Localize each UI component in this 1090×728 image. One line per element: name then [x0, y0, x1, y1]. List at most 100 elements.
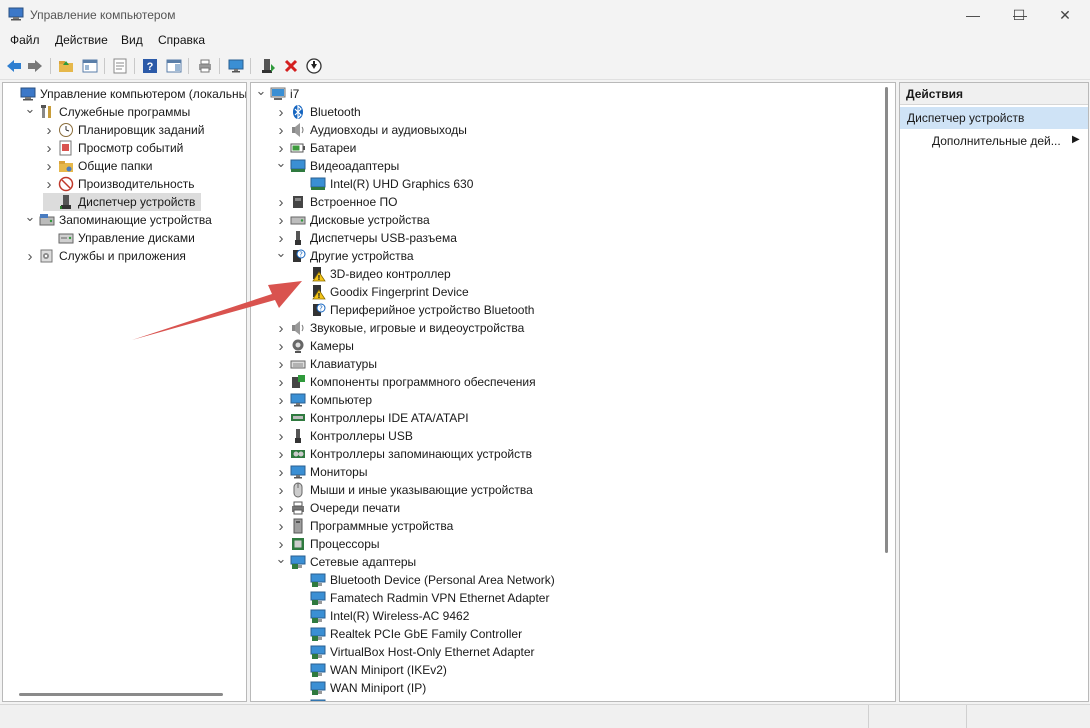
device-tree-item[interactable]: › Звуковые, игровые и видеоустройства [275, 319, 525, 337]
horizontal-scrollbar[interactable] [19, 693, 223, 696]
console-tree-item[interactable]: › Производительность [43, 175, 195, 193]
device-tree-item[interactable]: › Контроллеры IDE ATA/ATAPI [275, 409, 469, 427]
device-tree-item-label: WAN Miniport (IPv6) [330, 697, 439, 701]
show-action-pane-button[interactable] [164, 56, 184, 76]
device-tree-item[interactable]: ! Goodix Fingerprint Device [295, 283, 469, 301]
chevron-down-icon[interactable]: ⌄ [24, 100, 36, 118]
device-tree-item[interactable]: › Процессоры [275, 535, 380, 553]
device-tree-item[interactable]: Intel(R) UHD Graphics 630 [295, 175, 473, 193]
chevron-right-icon[interactable]: › [275, 481, 287, 499]
device-tree-item[interactable]: WAN Miniport (IPv6) [295, 697, 439, 701]
chevron-down-icon[interactable]: ⌄ [275, 550, 287, 568]
device-tree-item[interactable]: VirtualBox Host-Only Ethernet Adapter [295, 643, 535, 661]
console-tree-item[interactable]: Управление компьютером (локальным) [5, 85, 246, 103]
actions-device-manager[interactable]: Диспетчер устройств [900, 107, 1088, 129]
show-hide-tree-button[interactable] [80, 56, 100, 76]
chevron-down-icon[interactable]: ⌄ [255, 83, 267, 100]
menu-action[interactable]: Действие [55, 33, 108, 47]
device-tree-item[interactable]: › Встроенное ПО [275, 193, 398, 211]
console-tree-item[interactable]: ⌄ Запоминающие устройства [24, 208, 212, 229]
console-tree-item[interactable]: › Общие папки [43, 157, 153, 175]
device-tree-item[interactable]: › Клавиатуры [275, 355, 377, 373]
device-tree-item[interactable]: › Контроллеры запоминающих устройств [275, 445, 532, 463]
more-actions-item[interactable]: Дополнительные дей... [932, 134, 1061, 148]
device-tree-item[interactable]: › Батареи [275, 139, 357, 157]
chevron-right-icon[interactable]: › [275, 103, 287, 121]
scan-hardware-button[interactable] [195, 56, 215, 76]
device-tree-item-label: Другие устройства [310, 249, 414, 263]
device-tree-item[interactable]: › Компьютер [275, 391, 373, 409]
chevron-right-icon[interactable]: › [275, 355, 287, 373]
device-tree-item[interactable]: ? Периферийное устройство Bluetooth [295, 301, 534, 319]
chevron-right-icon[interactable]: › [275, 193, 287, 211]
device-tree-item[interactable]: ⌄ Видеоадаптеры [275, 154, 400, 175]
device-tree-item[interactable]: › Контроллеры USB [275, 427, 413, 445]
chevron-right-icon[interactable]: › [275, 427, 287, 445]
device-tree-item[interactable]: › Дисковые устройства [275, 211, 430, 229]
chevron-right-icon[interactable]: › [43, 139, 55, 157]
vertical-scrollbar[interactable] [885, 87, 888, 553]
chevron-right-icon[interactable]: › [275, 463, 287, 481]
device-tree-item[interactable]: ⌄ Сетевые адаптеры [275, 550, 416, 571]
device-tree-item[interactable]: › Мониторы [275, 463, 368, 481]
console-tree-item[interactable]: Управление дисками [43, 229, 195, 247]
device-tree-item[interactable]: › Диспетчеры USB-разъема [275, 229, 457, 247]
device-tree-item-label: Famatech Radmin VPN Ethernet Adapter [330, 591, 550, 605]
console-tree-item[interactable]: ⌄ Служебные программы [24, 100, 191, 121]
chevron-right-icon[interactable]: › [275, 121, 287, 139]
device-tree-item[interactable]: WAN Miniport (IP) [295, 679, 426, 697]
chevron-right-icon[interactable]: › [275, 211, 287, 229]
chevron-down-icon[interactable]: ⌄ [275, 244, 287, 262]
device-tree-item[interactable]: ⌄? Другие устройства [275, 244, 414, 265]
device-tree-item[interactable]: Famatech Radmin VPN Ethernet Adapter [295, 589, 549, 607]
device-tree-item[interactable]: › Программные устройства [275, 517, 454, 535]
menu-view[interactable]: Вид [121, 33, 143, 47]
chevron-right-icon[interactable]: › [275, 319, 287, 337]
title-bar: Управление компьютером — [0, 0, 1090, 30]
uninstall-device-button[interactable] [281, 56, 301, 76]
up-level-button[interactable] [56, 56, 76, 76]
menu-help[interactable]: Справка [158, 33, 205, 47]
monitor-button[interactable] [226, 56, 246, 76]
chevron-right-icon[interactable]: › [275, 517, 287, 535]
device-tree-item[interactable]: › Bluetooth [275, 103, 361, 121]
chevron-down-icon[interactable]: ⌄ [24, 208, 36, 226]
forward-button[interactable] [25, 56, 45, 76]
device-tree-item[interactable]: ⌄ i7 [255, 83, 300, 103]
device-tree-item[interactable]: › Мыши и иные указывающие устройства [275, 481, 533, 499]
device-tree-item[interactable]: › Компоненты программного обеспечения [275, 373, 536, 391]
device-tree-item[interactable]: › Аудиовходы и аудиовыходы [275, 121, 467, 139]
device-tree-item[interactable]: › Очереди печати [275, 499, 401, 517]
console-tree-item[interactable]: › Службы и приложения [24, 247, 186, 265]
minimize-button[interactable]: — [950, 0, 996, 30]
console-tree-item[interactable]: Диспетчер устройств [43, 193, 202, 211]
disable-device-button[interactable] [304, 56, 324, 76]
chevron-right-icon[interactable]: › [43, 157, 55, 175]
chevron-right-icon[interactable]: › [43, 175, 55, 193]
help-button[interactable]: ? [140, 56, 160, 76]
console-tree-item[interactable]: › Планировщик заданий [43, 121, 205, 139]
maximize-button[interactable]: ☐ [996, 0, 1042, 30]
chevron-right-icon[interactable]: › [43, 121, 55, 139]
chevron-right-icon[interactable]: › [275, 445, 287, 463]
device-tree-item[interactable]: Realtek PCIe GbE Family Controller [295, 625, 522, 643]
chevron-right-icon[interactable]: › [275, 409, 287, 427]
update-driver-button[interactable] [258, 56, 278, 76]
back-button[interactable] [4, 56, 24, 76]
display-adapter-icon [310, 176, 326, 192]
device-tree-item[interactable]: WAN Miniport (IKEv2) [295, 661, 447, 679]
device-tree-item[interactable]: Intel(R) Wireless-AC 9462 [295, 607, 469, 625]
device-tree-item[interactable]: ! 3D-видео контроллер [295, 265, 451, 283]
device-tree-item[interactable]: Bluetooth Device (Personal Area Network) [295, 571, 555, 589]
device-tree-item[interactable]: › Камеры [275, 337, 354, 355]
chevron-right-icon[interactable]: › [275, 337, 287, 355]
chevron-right-icon[interactable]: › [275, 391, 287, 409]
chevron-down-icon[interactable]: ⌄ [275, 154, 287, 172]
menu-file[interactable]: Файл [10, 33, 40, 47]
chevron-right-icon[interactable]: › [275, 373, 287, 391]
properties-button[interactable] [110, 56, 130, 76]
close-button[interactable]: ✕ [1042, 0, 1088, 30]
chevron-right-icon[interactable]: › [275, 499, 287, 517]
console-tree-item[interactable]: › Просмотр событий [43, 139, 184, 157]
chevron-right-icon[interactable]: › [24, 247, 36, 265]
